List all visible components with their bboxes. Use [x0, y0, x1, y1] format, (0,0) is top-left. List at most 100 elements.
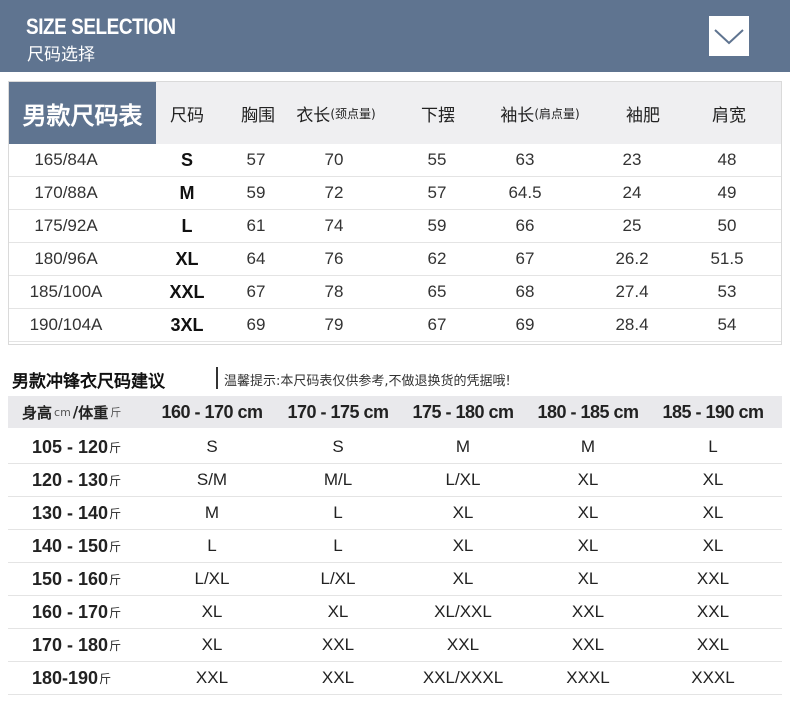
chevron-down-icon[interactable]	[709, 16, 749, 56]
size-header-label: 胸围	[241, 105, 275, 126]
size-value-cell: 64	[246, 249, 266, 268]
weight-unit: 斤	[109, 638, 122, 653]
size-value-cell: 63	[515, 150, 535, 169]
corner-height-unit: cm	[54, 405, 71, 419]
size-table-row: 170/88A M 59 72 57 64.5 24 49	[9, 177, 781, 210]
advice-table-row: 120 - 130 斤 S/M M/L L/XL XL XL	[8, 464, 782, 497]
recommended-size-cell: L	[207, 536, 217, 555]
size-value-cell: 26.2	[615, 249, 649, 268]
size-value-cell: 23	[622, 150, 642, 169]
weight-unit: 斤	[109, 440, 122, 455]
header-banner: SIZE SELECTION 尺码选择	[0, 0, 790, 72]
weight-unit: 斤	[109, 605, 122, 620]
recommended-size-cell: L/XL	[320, 569, 356, 588]
height-range-header: 185 - 190 cm	[662, 401, 764, 422]
recommended-size-cell: XXL	[321, 668, 355, 687]
size-header-note: (颈点量)	[330, 106, 376, 121]
advice-table-row: 140 - 150 斤 L L XL XL XL	[8, 530, 782, 563]
recommended-size-cell: XXL	[571, 602, 605, 621]
advice-table-row: 160 - 170 斤 XL XL XL/XXL XXL XXL	[8, 596, 782, 629]
advice-table-row: 170 - 180 斤 XL XXL XXL XXL XXL	[8, 629, 782, 662]
weight-range-cell: 150 - 160 斤	[32, 563, 121, 595]
size-label-cell: XL	[175, 248, 199, 269]
recommended-size-cell: L/XL	[445, 470, 481, 489]
size-label-cell: 3XL	[170, 314, 204, 335]
weight-unit: 斤	[109, 572, 122, 587]
weight-range-cell: 170 - 180 斤	[32, 629, 121, 661]
weight-range-value: 130 - 140	[32, 502, 109, 523]
recommended-size-cell: M	[204, 503, 220, 522]
size-header-cell: 尺码	[152, 82, 222, 144]
size-value-cell: 76	[324, 249, 344, 268]
header-title-en: SIZE SELECTION	[26, 14, 176, 39]
recommended-size-cell: XL	[452, 503, 474, 522]
recommended-size-cell: XL	[452, 536, 474, 555]
weight-range-cell: 180-190 斤	[32, 662, 111, 694]
advice-title: 男款冲锋衣尺码建议	[12, 372, 165, 392]
advice-corner-label: 身高 cm / 体重 斤	[22, 396, 123, 428]
size-value-cell: 48	[717, 150, 737, 169]
recommended-size-cell: XL/XXL	[434, 602, 492, 621]
recommended-size-cell: XXXL	[691, 668, 735, 687]
weight-unit: 斤	[109, 539, 122, 554]
weight-range-cell: 105 - 120 斤	[32, 431, 121, 463]
recommended-size-cell: XL	[702, 470, 724, 489]
size-value-cell: 54	[717, 315, 737, 334]
size-table-row: 180/96A XL 64 76 62 67 26.2 51.5	[9, 243, 781, 276]
size-table-header: 男款尺码表 尺码 胸围 衣长 (颈点量) 下摆 袖长 (肩点量) 袖肥 肩宽	[9, 82, 781, 144]
size-value-cell: 65	[427, 282, 447, 301]
recommended-size-cell: M/L	[323, 470, 353, 489]
advice-table-row: 180-190 斤 XXL XXL XXL/XXXL XXXL XXXL	[8, 662, 782, 695]
size-table-row: 165/84A S 57 70 55 63 23 48	[9, 144, 781, 177]
size-table-row: 190/104A 3XL 69 79 67 69 28.4 54	[9, 309, 781, 342]
size-value-cell: 51.5	[710, 249, 744, 268]
size-code-cell: 180/96A	[34, 249, 98, 268]
recommended-size-cell: XXXL	[566, 668, 610, 687]
size-value-cell: 67	[246, 282, 266, 301]
size-value-cell: 70	[324, 150, 344, 169]
weight-range-value: 140 - 150	[32, 535, 109, 556]
size-value-cell: 74	[324, 216, 344, 235]
recommended-size-cell: S	[332, 437, 344, 456]
corner-weight-unit: 斤	[110, 406, 122, 419]
size-header-label: 袖长	[500, 105, 535, 126]
size-value-cell: 59	[427, 216, 447, 235]
size-value-cell: 69	[246, 315, 266, 334]
recommended-size-cell: M	[580, 437, 596, 456]
size-header-label: 衣长	[296, 105, 331, 126]
size-code-cell: 165/84A	[34, 150, 98, 169]
size-value-cell: 25	[622, 216, 642, 235]
size-value-cell: 68	[515, 282, 535, 301]
recommended-size-cell: XL	[577, 569, 599, 588]
weight-range-value: 120 - 130	[32, 469, 109, 490]
size-header-note: (肩点量)	[534, 106, 580, 121]
recommended-size-cell: L/XL	[194, 569, 230, 588]
size-value-cell: 57	[427, 183, 447, 202]
recommended-size-cell: XXL/XXXL	[422, 668, 504, 687]
size-table-row: 175/92A L 61 74 59 66 25 50	[9, 210, 781, 243]
size-code-cell: 190/104A	[29, 315, 103, 334]
height-range-header: 175 - 180 cm	[412, 401, 514, 422]
recommended-size-cell: XXL	[446, 635, 480, 654]
size-value-cell: 53	[717, 282, 737, 301]
size-value-cell: 69	[515, 315, 535, 334]
recommended-size-cell: XL	[577, 536, 599, 555]
weight-range-cell: 120 - 130 斤	[32, 464, 121, 496]
size-value-cell: 67	[515, 249, 535, 268]
size-value-cell: 24	[622, 183, 642, 202]
size-header-cell: 肩宽	[694, 82, 764, 144]
size-value-cell: 67	[427, 315, 447, 334]
weight-range-value: 170 - 180	[32, 634, 109, 655]
weight-unit: 斤	[109, 473, 122, 488]
size-header-label: 肩宽	[712, 105, 746, 126]
recommended-size-cell: XL	[702, 503, 724, 522]
recommended-size-cell: XXL	[696, 602, 730, 621]
weight-range-value: 150 - 160	[32, 568, 109, 589]
recommended-size-cell: L	[333, 536, 343, 555]
advice-table-row: 150 - 160 斤 L/XL L/XL XL XL XXL	[8, 563, 782, 596]
weight-range-cell: 140 - 150 斤	[32, 530, 121, 562]
size-code-cell: 175/92A	[34, 216, 98, 235]
size-code-cell: 170/88A	[34, 183, 98, 202]
size-value-cell: 59	[246, 183, 266, 202]
recommended-size-cell: L	[708, 437, 718, 456]
